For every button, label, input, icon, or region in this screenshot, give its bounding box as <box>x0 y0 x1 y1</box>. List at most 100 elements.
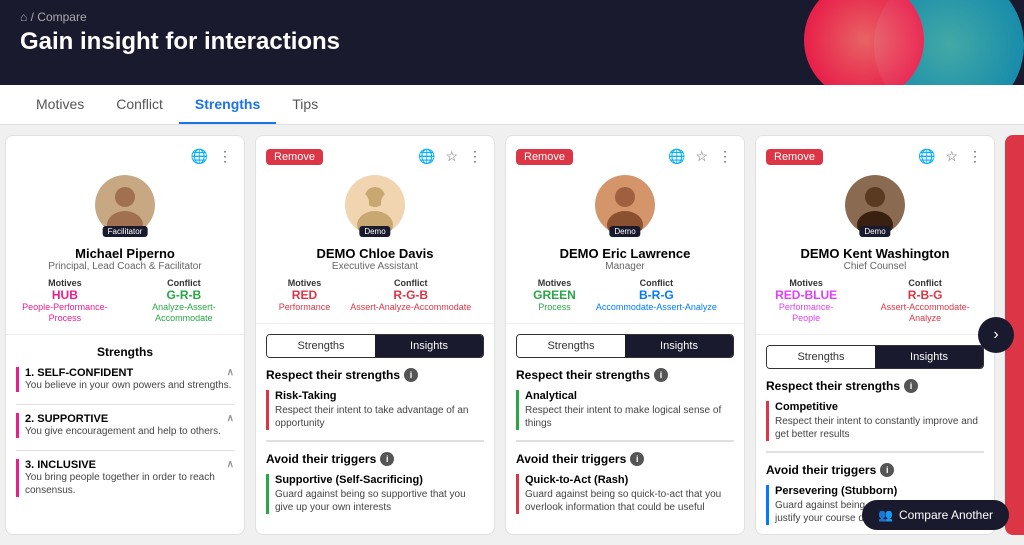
remove-button-kent[interactable]: Remove <box>766 149 823 165</box>
card-facilitator: 🌐 ⋮ Facilitator Michael Piperno Principa… <box>5 135 245 535</box>
more-icon-eric[interactable]: ⋮ <box>716 146 734 167</box>
card-tab-strengths-kent[interactable]: Strengths <box>767 346 875 368</box>
motives-sub-kent: Performance-People <box>766 302 846 324</box>
globe-icon-chloe[interactable]: 🌐 <box>416 146 437 167</box>
home-icon[interactable]: ⌂ <box>20 10 27 24</box>
insight-name-eric: Analytical <box>525 390 734 402</box>
motives-conflict-chloe: Motives RED Performance Conflict R-G-B A… <box>266 278 484 313</box>
conflict-value-chloe: R-G-B <box>350 288 471 302</box>
card-eric: Remove 🌐 ☆ ⋮ Demo DEMO Eric Law <box>505 135 745 535</box>
motives-value-chloe: RED <box>279 288 331 302</box>
globe-icon-kent[interactable]: 🌐 <box>916 146 937 167</box>
insight-desc-eric: Respect their intent to make logical sen… <box>525 404 734 430</box>
star-icon-kent[interactable]: ☆ <box>943 146 960 167</box>
card-header-kent: Remove 🌐 ☆ ⋮ Demo DEMO Kent Was <box>756 136 994 335</box>
card-tab-insights-eric[interactable]: Insights <box>625 335 733 357</box>
strengths-section-title: Strengths <box>16 345 234 359</box>
strength-title: 1. SELF-CONFIDENT ∧ <box>25 367 234 379</box>
card-tab-insights-chloe[interactable]: Insights <box>375 335 483 357</box>
compare-another-button[interactable]: 👥 Compare Another <box>862 500 1009 530</box>
info-icon-avoid-eric[interactable]: i <box>630 452 644 466</box>
person-role-facilitator: Principal, Lead Coach & Facilitator <box>16 261 234 272</box>
card-tabs-kent: Strengths Insights <box>766 345 984 369</box>
card-kent: Remove 🌐 ☆ ⋮ Demo DEMO Kent Was <box>755 135 995 535</box>
star-icon-chloe[interactable]: ☆ <box>443 146 460 167</box>
tab-conflict[interactable]: Conflict <box>100 86 179 124</box>
person-name-eric: DEMO Eric Lawrence <box>516 246 734 261</box>
info-icon-avoid-kent[interactable]: i <box>880 463 894 477</box>
demo-badge-chloe: Demo <box>359 226 390 237</box>
star-icon-eric[interactable]: ☆ <box>693 146 710 167</box>
strength-title: 3. INCLUSIVE ∧ <box>25 459 234 471</box>
avoid-title-kent: Avoid their triggers i <box>766 463 984 477</box>
trigger-name-chloe: Supportive (Self-Sacrificing) <box>275 474 484 486</box>
trigger-desc-eric: Guard against being so quick-to-act that… <box>525 488 734 514</box>
card-body-chloe: Strengths Insights Respect their strengt… <box>256 324 494 535</box>
chevron-right-button[interactable]: › <box>978 317 1014 353</box>
card-chloe: Remove 🌐 ☆ ⋮ Demo <box>255 135 495 535</box>
conflict-value-kent: R-B-G <box>866 288 984 302</box>
strength-item: 2. SUPPORTIVE ∧ You give encouragement a… <box>16 413 234 438</box>
demo-badge-eric: Demo <box>609 226 640 237</box>
motives-conflict-eric: Motives GREEN Process Conflict B-R-G Acc… <box>516 278 734 313</box>
globe-icon[interactable]: 🌐 <box>189 146 210 167</box>
info-icon-eric[interactable]: i <box>654 368 668 382</box>
compare-icon: 👥 <box>878 508 893 522</box>
more-icon-chloe[interactable]: ⋮ <box>466 146 484 167</box>
remove-button-chloe[interactable]: Remove <box>266 149 323 165</box>
avatar-container-chloe: Demo <box>345 175 405 235</box>
remove-button-eric[interactable]: Remove <box>516 149 573 165</box>
facilitator-badge: Facilitator <box>103 226 148 237</box>
person-role-chloe: Executive Assistant <box>266 261 484 272</box>
strength-title: 2. SUPPORTIVE ∧ <box>25 413 234 425</box>
info-icon-kent[interactable]: i <box>904 379 918 393</box>
motives-conflict-facilitator: Motives HUB People-Performance-Process C… <box>16 278 234 324</box>
card-tab-strengths-eric[interactable]: Strengths <box>517 335 625 357</box>
card-tab-insights-kent[interactable]: Insights <box>875 346 983 368</box>
insight-name-chloe: Risk-Taking <box>275 390 484 402</box>
globe-icon-eric[interactable]: 🌐 <box>666 146 687 167</box>
more-icon[interactable]: ⋮ <box>216 146 234 167</box>
cards-container: 🌐 ⋮ Facilitator Michael Piperno Principa… <box>0 125 1024 545</box>
tab-tips[interactable]: Tips <box>276 86 334 124</box>
conflict-value: G-R-B <box>134 288 234 302</box>
tab-strengths[interactable]: Strengths <box>179 86 276 124</box>
motives-conflict-kent: Motives RED-BLUE Performance-People Conf… <box>766 278 984 324</box>
more-icon-kent[interactable]: ⋮ <box>966 146 984 167</box>
motives-sub: People-Performance-Process <box>16 302 114 324</box>
insight-desc-chloe: Respect their intent to take advantage o… <box>275 404 484 430</box>
motives-sub-eric: Process <box>533 302 576 313</box>
insight-item-kent: Competitive Respect their intent to cons… <box>766 401 984 441</box>
insight-trigger-chloe: Supportive (Self-Sacrificing) Guard agai… <box>266 474 484 514</box>
info-icon[interactable]: i <box>404 368 418 382</box>
person-role-eric: Manager <box>516 261 734 272</box>
conflict-sub: Analyze-Assert-Accommodate <box>134 302 234 324</box>
tabs-bar: Motives Conflict Strengths Tips <box>0 85 1024 125</box>
avoid-title-eric: Avoid their triggers i <box>516 452 734 466</box>
insight-name-kent: Competitive <box>775 401 984 413</box>
conflict-sub-kent: Assert-Accommodate-Analyze <box>866 302 984 324</box>
insight-desc-kent: Respect their intent to constantly impro… <box>775 415 984 441</box>
strength-desc: You bring people together in order to re… <box>25 471 234 497</box>
respect-title-chloe: Respect their strengths i <box>266 368 484 382</box>
card-header-facilitator: 🌐 ⋮ Facilitator Michael Piperno Principa… <box>6 136 244 335</box>
respect-title-eric: Respect their strengths i <box>516 368 734 382</box>
compare-another-label: Compare Another <box>899 508 993 522</box>
demo-badge-kent: Demo <box>859 226 890 237</box>
strength-desc: You believe in your own powers and stren… <box>25 379 234 392</box>
motives-value-eric: GREEN <box>533 288 576 302</box>
conflict-sub-chloe: Assert-Analyze-Accommodate <box>350 302 471 313</box>
avatar-container-kent: Demo <box>845 175 905 235</box>
avatar-container-eric: Demo <box>595 175 655 235</box>
strength-item: 1. SELF-CONFIDENT ∧ You believe in your … <box>16 367 234 392</box>
tab-motives[interactable]: Motives <box>20 86 100 124</box>
motives-sub-chloe: Performance <box>279 302 331 313</box>
conflict-value-eric: B-R-G <box>596 288 717 302</box>
card-header-eric: Remove 🌐 ☆ ⋮ Demo DEMO Eric Law <box>506 136 744 324</box>
trigger-desc-chloe: Guard against being so supportive that y… <box>275 488 484 514</box>
info-icon-avoid[interactable]: i <box>380 452 394 466</box>
insight-item-chloe: Risk-Taking Respect their intent to take… <box>266 390 484 430</box>
strength-item: 3. INCLUSIVE ∧ You bring people together… <box>16 459 234 497</box>
person-name-chloe: DEMO Chloe Davis <box>266 246 484 261</box>
card-tab-strengths-chloe[interactable]: Strengths <box>267 335 375 357</box>
